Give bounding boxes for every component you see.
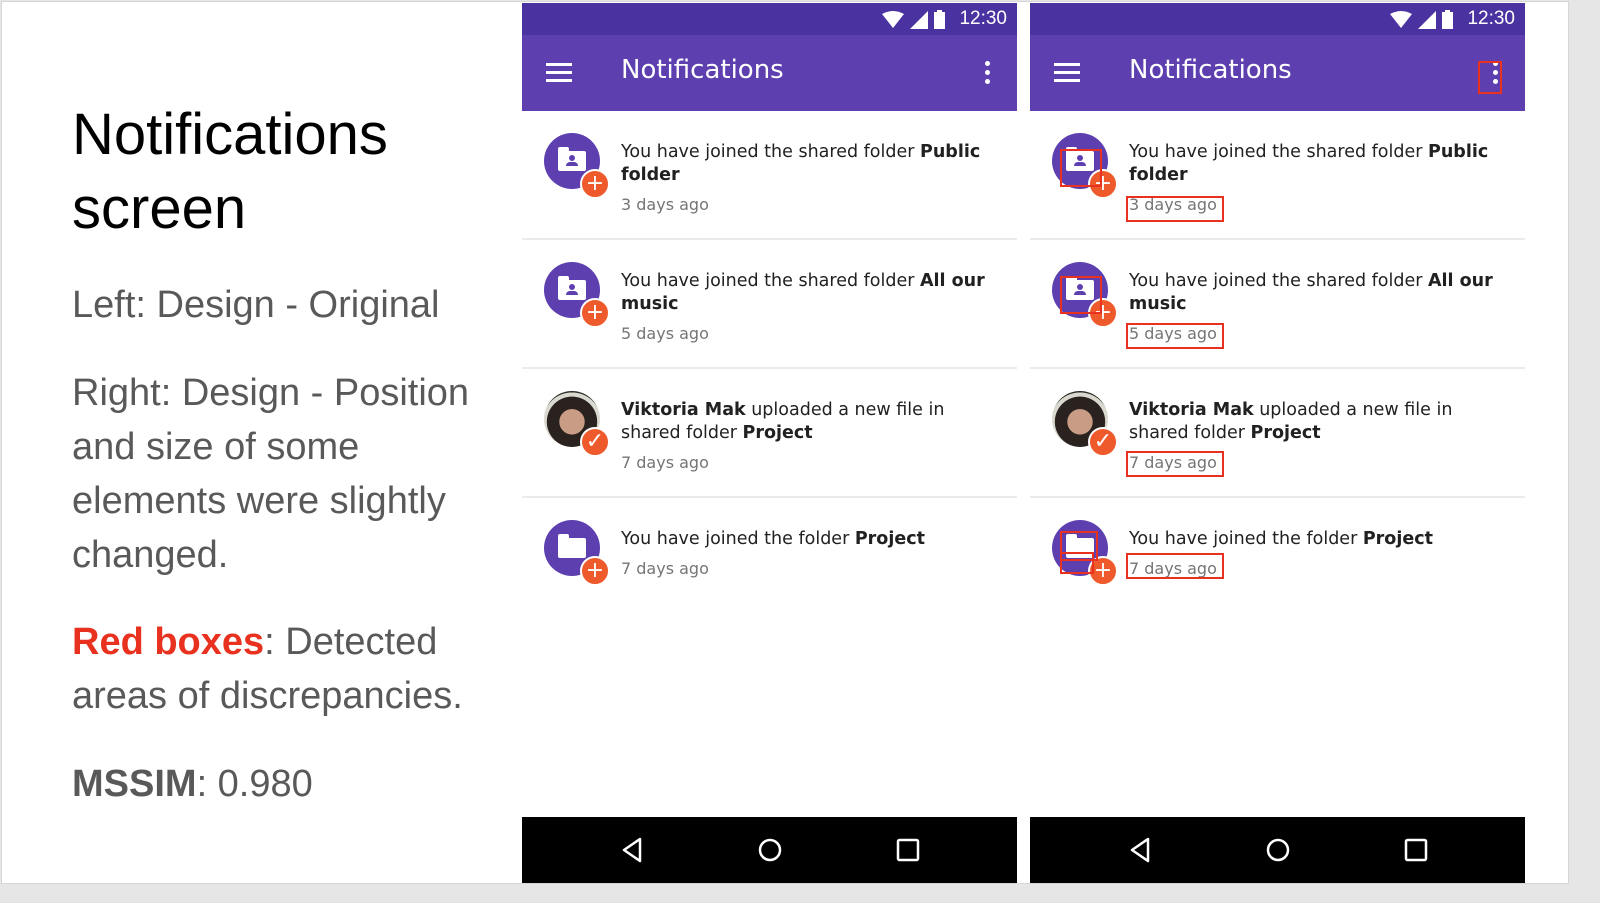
home-icon[interactable] [1266,837,1290,863]
shared-folder-icon [558,276,586,300]
app-bar-title: Notifications [621,55,784,85]
notification-user: Viktoria Mak [1129,400,1254,420]
check-badge-icon: ✓ [580,427,610,457]
legend: Red boxes: Detected areas of discrepanci… [72,615,502,723]
status-time: 12:30 [959,8,1007,29]
menu-icon[interactable] [546,63,572,83]
check-badge-icon: ✓ [1088,427,1118,457]
notification-text: You have joined the shared folder All ou… [1129,270,1509,345]
notification-time: 5 days ago [1129,324,1217,343]
notification-time: 5 days ago [621,324,709,343]
notification-folder: Project [1250,423,1321,443]
notification-text: You have joined the folder Project 7 day… [621,528,1001,580]
menu-icon[interactable] [1054,63,1080,83]
status-bar: 12:30 [522,3,1017,35]
add-badge-icon: + [580,298,610,328]
notification-message: You have joined the shared folder [1129,271,1429,291]
right-caption: Right: Design - Position and size of som… [72,372,470,576]
notification-list: + You have joined the shared folder Publ… [1030,111,1525,598]
folder-icon [1066,534,1094,558]
app-bar: Notifications [1030,35,1525,111]
notification-time: 7 days ago [1129,453,1217,472]
notification-user: Viktoria Mak [621,400,746,420]
notification-message: You have joined the folder [1129,529,1363,549]
back-icon[interactable] [1128,837,1152,863]
avatar: ✓ [544,391,610,457]
folder-avatar: + [1052,520,1118,586]
metric-label: MSSIM [72,763,197,805]
wifi-icon [1390,11,1412,28]
battery-icon [934,10,945,29]
notification-message: You have joined the folder [621,529,855,549]
notification-time: 3 days ago [1129,195,1217,214]
notification-item[interactable]: ✓ Viktoria Mak uploaded a new file in sh… [1030,369,1525,498]
notification-list: + You have joined the shared folder Publ… [522,111,1017,598]
notification-item[interactable]: + You have joined the shared folder All … [522,240,1017,369]
more-options-icon[interactable] [1491,61,1499,87]
folder-icon [558,534,586,558]
notification-text: You have joined the folder Project 7 day… [1129,528,1509,580]
signal-icon [910,11,928,29]
notification-time: 7 days ago [621,559,709,578]
metric-value: : 0.980 [196,763,313,805]
notification-item[interactable]: + You have joined the folder Project 7 d… [522,498,1017,598]
notification-time: 7 days ago [621,453,709,472]
notification-time: 7 days ago [1129,559,1217,578]
add-badge-icon: + [580,169,610,199]
home-icon[interactable] [758,837,782,863]
nav-bar [1030,817,1525,883]
notification-message: You have joined the shared folder [1129,142,1429,162]
shared-folder-icon [1066,276,1094,300]
notification-text: You have joined the shared folder Public… [621,141,1001,216]
legend-label: Red boxes [72,621,265,663]
notification-time: 3 days ago [621,195,709,214]
folder-avatar: + [544,520,610,586]
wifi-icon [882,11,904,28]
status-time: 12:30 [1467,8,1515,29]
status-bar: 12:30 [1030,3,1525,35]
notification-text: You have joined the shared folder All ou… [621,270,1001,345]
recents-icon[interactable] [896,837,920,863]
folder-avatar: + [544,262,610,328]
folder-avatar: + [544,133,610,199]
notification-message: You have joined the shared folder [621,142,921,162]
phone-screen-modified: 12:30 Notifications + You have joined th… [1030,3,1525,883]
add-badge-icon: + [1088,298,1118,328]
notification-text: You have joined the shared folder Public… [1129,141,1509,216]
left-caption: Left: Design - Original [72,284,440,326]
add-badge-icon: + [580,556,610,586]
back-icon[interactable] [620,837,644,863]
add-badge-icon: + [1088,556,1118,586]
notification-item[interactable]: + You have joined the folder Project 7 d… [1030,498,1525,598]
more-options-icon[interactable] [983,61,991,87]
signal-icon [1418,11,1436,29]
notification-folder: Project [854,529,925,549]
phone-screen-original: 12:30 Notifications + You have joined th… [522,3,1017,883]
recents-icon[interactable] [1404,837,1428,863]
notification-item[interactable]: + You have joined the shared folder Publ… [1030,111,1525,240]
folder-avatar: + [1052,133,1118,199]
battery-icon [1442,10,1453,29]
notification-item[interactable]: + You have joined the shared folder Publ… [522,111,1017,240]
notification-item[interactable]: ✓ Viktoria Mak uploaded a new file in sh… [522,369,1017,498]
shared-folder-icon [1066,147,1094,171]
app-bar: Notifications [522,35,1017,111]
folder-avatar: + [1052,262,1118,328]
shared-folder-icon [558,147,586,171]
slide-title: Notifications screen [72,102,388,241]
avatar: ✓ [1052,391,1118,457]
metric: MSSIM: 0.980 [72,757,502,811]
nav-bar [522,817,1017,883]
app-bar-title: Notifications [1129,55,1292,85]
notification-folder: Project [1362,529,1433,549]
notification-folder: Project [742,423,813,443]
add-badge-icon: + [1088,169,1118,199]
notification-item[interactable]: + You have joined the shared folder All … [1030,240,1525,369]
notification-text: Viktoria Mak uploaded a new file in shar… [621,399,1001,474]
notification-text: Viktoria Mak uploaded a new file in shar… [1129,399,1509,474]
notification-message: You have joined the shared folder [621,271,921,291]
